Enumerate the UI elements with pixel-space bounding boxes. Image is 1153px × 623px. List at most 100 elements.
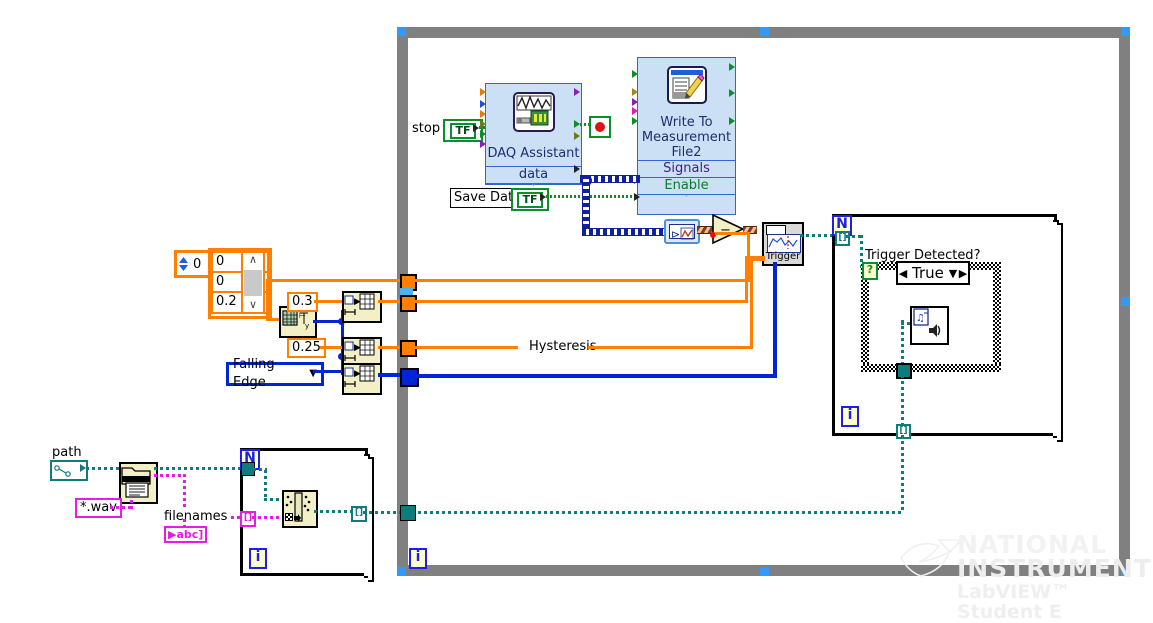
wmf-input-pin-2[interactable] [632,88,638,96]
case-next-arrow[interactable]: ▶ [958,267,968,280]
wmf-output-pin-2[interactable] [729,89,735,97]
daq-output-pin-3[interactable] [574,132,580,140]
wire-case-to-play-sound-v[interactable] [901,320,904,366]
wire-search-array-out[interactable] [314,510,352,513]
wire-bottom-loop-path-down[interactable] [264,470,267,500]
for-loop-bottom-iteration-label: i [255,549,261,565]
wmf-enable-terminal[interactable]: Enable [638,177,735,194]
wmf-input-pin-3[interactable] [632,98,638,106]
subtract-node[interactable]: − [712,213,745,245]
wire-path-to-list-folder[interactable] [86,467,119,470]
selection-handle-bottom-right[interactable] [1121,567,1130,576]
for-loop-bottom-filenames-tunnel[interactable]: [] [240,511,256,527]
case-dropdown-arrow[interactable]: ▼ [948,267,958,280]
stop-sign-icon[interactable] [589,116,611,138]
convert-from-dynamic-data-node[interactable]: ⊳ [664,219,700,244]
for-loop-right-iteration-terminal[interactable]: i [841,406,859,427]
selection-handle-bottom-mid[interactable] [760,567,769,576]
daq-input-pin-3[interactable] [480,110,486,118]
wire-forloop-right-out-left[interactable] [406,511,904,514]
wire-edge-up[interactable] [773,262,777,376]
stop-control-label: stop [412,121,441,136]
while-loop-left-tunnel-teal[interactable] [400,505,416,521]
wire-wav-to-list-folder-h[interactable] [110,506,132,509]
index-array-node-3[interactable]: ▶ [342,363,382,395]
wire-filenames-to-indicator[interactable] [183,519,186,527]
wire-tunnel-array-right[interactable] [413,279,750,282]
array-index-stepper[interactable] [179,257,189,271]
wire-list-folder-path-out[interactable] [154,467,241,470]
array-scrollbar[interactable]: ∧ ∨ [241,251,265,314]
array-scroll-down-arrow[interactable]: ∨ [249,298,257,312]
wmf-expand-chevron[interactable]: ˅ [638,194,735,205]
wire-level-up[interactable] [745,256,748,303]
for-loop-bottom-output-tunnel[interactable]: [] [351,506,367,522]
wire-bottom-loop-filenames-h[interactable] [252,516,282,519]
case-structure-border-right[interactable] [993,262,1001,372]
outer-loop-iteration-terminal[interactable]: i [409,548,427,569]
selection-handle-top-right[interactable] [1121,27,1130,36]
filenames-label: filenames [162,509,230,524]
daq-assistant-data-terminal[interactable]: data [486,166,581,183]
wire-wav-to-list-folder-v[interactable] [130,500,133,509]
search-array-node[interactable] [282,490,318,528]
edge-enum-arrow[interactable]: ▼ [309,365,317,383]
wire-hyst-into-trigger[interactable] [750,258,765,261]
daq-input-pin-4[interactable] [480,120,486,128]
daq-input-pin-2[interactable] [480,100,486,108]
for-loop-right-input-tunnel[interactable]: [] [835,231,850,246]
wmf-enable-arrow[interactable] [634,193,640,201]
wire-forloop-right-out-down[interactable] [901,435,904,513]
filenames-indicator[interactable]: ▶abc] [164,526,208,543]
daq-assistant-node[interactable]: DAQ Assistant data ˅ [485,83,582,194]
wmf-input-pin-1[interactable] [632,70,638,78]
selection-handle-top-left[interactable] [397,27,406,36]
wire-array-out-top[interactable] [266,279,406,282]
wire-tunnel-hyst-right-2[interactable] [588,346,753,349]
edge-enum-control[interactable]: Falling Edge ▼ [226,357,324,390]
for-loop-bottom-iteration-terminal[interactable]: i [249,548,267,569]
daq-input-pin-6[interactable] [480,140,486,148]
wire-tunnel-edge-right[interactable] [413,374,777,378]
wire-trigger-to-forloop[interactable] [800,234,833,237]
case-prev-arrow[interactable]: ◀ [898,267,908,280]
wmf-output-pin-1[interactable] [729,63,735,71]
loop-tunnel-level[interactable] [400,295,417,312]
wire-daq-data-to-convert[interactable] [582,228,668,236]
index-array-node-1[interactable]: ▶ [342,291,382,323]
wire-tunnel-level-right[interactable] [413,300,748,303]
selection-handle-right-mid[interactable] [1121,297,1130,306]
selection-handle-top-mid[interactable] [760,27,769,36]
wmf-input-pin-5[interactable] [632,117,638,125]
wire-daq-data-down[interactable] [582,175,590,233]
wire-array-into-subtract[interactable] [715,232,749,235]
daq-input-pin-1[interactable] [480,88,486,96]
wire-save-data-to-enable[interactable] [546,195,640,198]
selection-handle-bottom-left[interactable] [397,567,406,576]
wire-case-tunnel-down[interactable] [901,375,904,427]
wire-case-to-play-sound-h[interactable] [901,322,912,325]
daq-output-pin-1[interactable] [574,88,580,96]
wmf-output-pin-3[interactable] [729,117,735,125]
daq-data-output-arrow[interactable] [574,165,580,173]
array-scroll-thumb[interactable] [244,269,262,296]
wire-filenames-out-h1[interactable] [154,474,186,477]
case-selector-dropdown[interactable]: ◀ True ▼ ▶ [896,261,970,285]
array-scroll-up-arrow[interactable]: ∧ [249,253,257,267]
trigger-vi-node[interactable]: Trigger [762,222,804,266]
wire-tunnel-hyst-right-1[interactable] [413,346,518,349]
wire-hyst-up[interactable] [750,258,753,348]
wire-bottom-loop-path-h2[interactable] [264,498,282,501]
daq-input-pin-5[interactable] [480,130,486,138]
wire-array-to-size[interactable] [266,318,280,321]
list-folder-node[interactable] [119,462,158,504]
write-to-measurement-file-node[interactable]: Write To Measurement File2 Signals Enabl… [637,57,736,215]
wire-array-down[interactable] [266,279,269,320]
play-sound-file-node[interactable]: ♫ [910,306,949,345]
case-selector-terminal[interactable]: ? [862,262,878,280]
wire-bottom-loop-path-h1[interactable] [253,468,267,471]
case-output-tunnel[interactable] [896,363,912,379]
wmf-input-pin-4[interactable] [632,107,638,115]
wmf-signals-terminal[interactable]: Signals [638,160,735,177]
case-structure-border-bottom[interactable] [861,364,1001,372]
